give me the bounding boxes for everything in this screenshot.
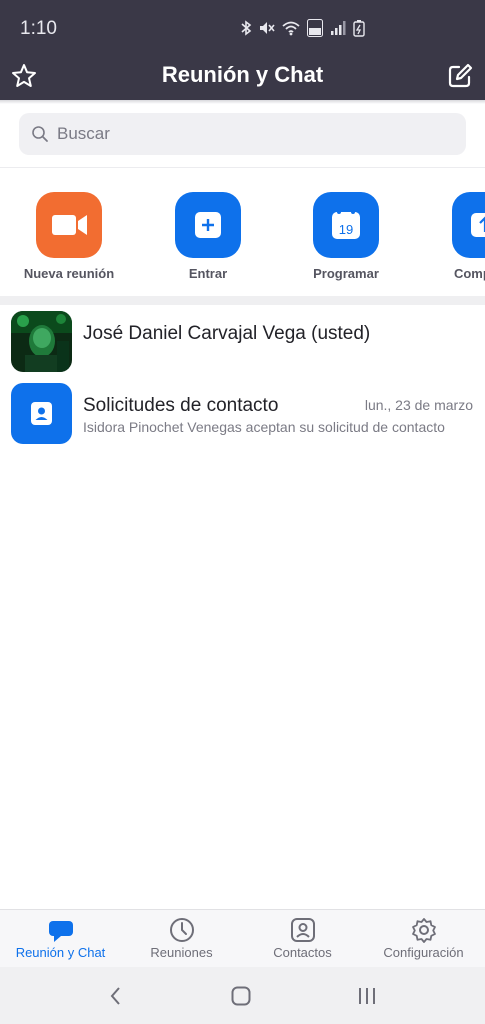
back-icon[interactable] [104, 984, 128, 1008]
tab-contacts[interactable]: Contactos [242, 910, 363, 968]
list-item-self[interactable]: José Daniel Carvajal Vega (usted) [0, 305, 485, 377]
join-button[interactable]: Entrar [143, 192, 273, 292]
bottom-nav: Reunión y Chat Reuniones Contactos Confi… [0, 909, 485, 967]
schedule-tile[interactable]: 19 [313, 192, 379, 258]
contact-requests-date: lun., 23 de marzo [364, 397, 473, 413]
avatar [11, 311, 72, 372]
section-divider [0, 296, 485, 305]
join-tile[interactable] [175, 192, 241, 258]
search-icon [32, 126, 48, 142]
new-meeting-label: Nueva reunión [23, 266, 115, 281]
search-bar[interactable] [19, 113, 466, 155]
contact-request-avatar [11, 383, 72, 444]
status-bar: 1:10 [0, 0, 485, 52]
video-camera-icon [52, 215, 87, 235]
schedule-label: Programar [313, 266, 379, 281]
tab-meeting-chat[interactable]: Reunión y Chat [0, 910, 121, 968]
bluetooth-icon [241, 20, 252, 36]
calendar-icon: 19 [332, 210, 360, 239]
contact-card-icon [291, 918, 315, 942]
tab-settings-label: Configuración [383, 945, 464, 960]
home-icon[interactable] [229, 984, 253, 1008]
join-label: Entrar [188, 266, 228, 281]
tab-meeting-chat-label: Reunión y Chat [15, 945, 106, 960]
app-header: Reunión y Chat [0, 52, 485, 100]
volte-icon [307, 19, 323, 37]
schedule-button[interactable]: 19 Programar [281, 192, 411, 292]
share-screen-icon [471, 213, 485, 237]
signal-icon [331, 21, 346, 35]
edit-icon[interactable] [446, 62, 474, 90]
page-title: Reunión y Chat [161, 62, 324, 87]
clock-icon [170, 918, 194, 942]
tab-meetings[interactable]: Reuniones [121, 910, 242, 968]
contact-requests-title: Solicitudes de contacto [83, 395, 279, 416]
new-meeting-button[interactable]: Nueva reunión [4, 192, 134, 292]
battery-icon [353, 20, 365, 37]
gear-icon [412, 918, 436, 943]
calendar-day: 19 [339, 222, 353, 237]
share-label: Compartir [453, 266, 485, 281]
tab-settings[interactable]: Configuración [363, 910, 484, 968]
contact-request-icon [31, 402, 52, 425]
search-input[interactable] [57, 113, 437, 155]
chat-bubble-icon [49, 921, 73, 942]
tab-contacts-label: Contactos [273, 945, 332, 960]
wifi-icon [282, 21, 300, 36]
contact-requests-subtitle: Isidora Pinochet Venegas aceptan su soli… [83, 419, 445, 435]
new-meeting-tile[interactable] [36, 192, 102, 258]
header-shadow [0, 100, 485, 104]
mute-icon [260, 22, 275, 34]
plus-icon [195, 212, 221, 238]
list-item-contact-requests[interactable]: Solicitudes de contacto lun., 23 de marz… [0, 377, 485, 449]
status-time: 1:10 [20, 18, 57, 39]
tab-meetings-label: Reuniones [150, 945, 213, 960]
quick-actions: Nueva reunión Entrar 19 Programar Compar… [0, 168, 485, 296]
system-nav-bar [0, 967, 485, 1024]
share-button[interactable]: Compartir [420, 192, 485, 292]
recent-apps-icon[interactable] [355, 984, 379, 1008]
user-photo [11, 311, 72, 372]
share-tile[interactable] [452, 192, 485, 258]
status-icons [240, 19, 365, 37]
contact-name: José Daniel Carvajal Vega (usted) [83, 323, 371, 344]
